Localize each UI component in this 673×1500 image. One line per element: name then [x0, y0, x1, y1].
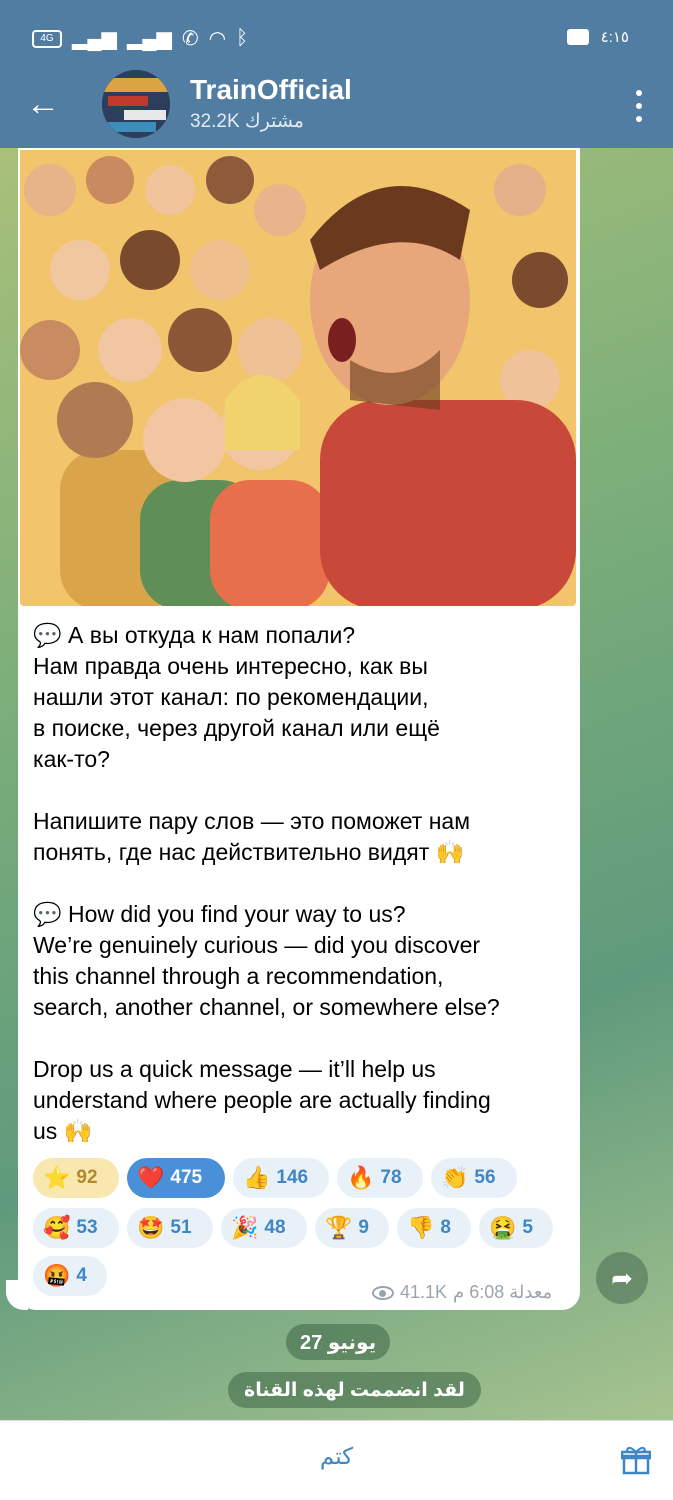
reaction-count: 4 [76, 1265, 87, 1286]
network-badge: 4G [32, 29, 62, 48]
thumbs-up-icon: 👍 [243, 1165, 271, 1190]
reaction-count: 51 [170, 1217, 192, 1238]
signal-icon-2: ▂▄▆ [126, 28, 172, 50]
more-vertical-icon[interactable] [633, 90, 645, 122]
status-right: ٤:١٥ [566, 28, 629, 46]
date-separator: 27 يونيو [286, 1324, 391, 1360]
battery-icon [566, 29, 589, 45]
reaction-count: 146 [276, 1167, 309, 1188]
reaction-count: 78 [380, 1167, 402, 1188]
smiling-hearts-icon: 🥰 [43, 1215, 71, 1240]
channel-title[interactable]: TrainOfficial [190, 74, 352, 106]
service-message: لقد انضممت لهذه القناة [228, 1372, 481, 1408]
view-count: 41.1K [400, 1282, 448, 1302]
reaction-smiling-hearts[interactable]: 🥰 53 [33, 1208, 119, 1248]
chat-header: 4G ▂▄▆ ▂▄▆ ✆ ◠ ᛒ ٤:١٥ ← TrainOfficial 32… [0, 0, 673, 148]
reaction-star[interactable]: ⭐ 92 [33, 1158, 119, 1198]
message-meta: 41.1K معدلة 6:08 م [372, 1282, 552, 1303]
message-text: 💬 А вы откуда к нам попали? Нам правда о… [33, 622, 500, 1144]
reaction-thumbs-down[interactable]: 👎 8 [397, 1208, 471, 1248]
channel-avatar[interactable] [102, 70, 170, 138]
reaction-count: 475 [170, 1167, 203, 1188]
status-bar: 4G ▂▄▆ ▂▄▆ ✆ ◠ ᛒ ٤:١٥ [0, 0, 673, 70]
reaction-cursing[interactable]: 🤬 4 [33, 1256, 107, 1296]
eye-icon [372, 1285, 394, 1300]
reaction-vomit[interactable]: 🤮 5 [479, 1208, 553, 1248]
vomit-icon: 🤮 [489, 1215, 517, 1240]
cursing-face-icon: 🤬 [43, 1263, 71, 1288]
reaction-count: 48 [264, 1217, 286, 1238]
thumbs-down-icon: 👎 [407, 1215, 435, 1240]
share-icon[interactable]: ➦ [596, 1252, 648, 1304]
reaction-trophy[interactable]: 🏆 9 [315, 1208, 389, 1248]
subscriber-count: 32.2K مشترك [190, 111, 304, 132]
star-struck-icon: 🤩 [137, 1215, 165, 1240]
reaction-fire[interactable]: 🔥 78 [337, 1158, 423, 1198]
reaction-count: 92 [76, 1167, 98, 1188]
bluetooth-icon: ᛒ [236, 27, 249, 49]
status-icons: 4G ▂▄▆ ▂▄▆ ✆ ◠ ᛒ [32, 26, 248, 51]
wifi-icon: ◠ [208, 28, 227, 50]
call-icon: ✆ [181, 28, 199, 50]
reaction-star-struck[interactable]: 🤩 51 [127, 1208, 213, 1248]
heart-icon: ❤️ [137, 1165, 165, 1190]
reaction-count: 5 [522, 1217, 533, 1238]
star-icon: ⭐ [43, 1165, 71, 1190]
reaction-party[interactable]: 🎉 48 [221, 1208, 307, 1248]
trophy-icon: 🏆 [325, 1215, 353, 1240]
bottom-bar: كتم [0, 1420, 673, 1500]
gift-icon[interactable] [621, 1445, 651, 1475]
reaction-count: 53 [76, 1217, 98, 1238]
reaction-count: 9 [358, 1217, 369, 1238]
reaction-thumbs-up[interactable]: 👍 146 [233, 1158, 329, 1198]
edited-time: معدلة 6:08 م [453, 1282, 553, 1302]
clap-icon: 👏 [441, 1165, 469, 1190]
mute-button[interactable]: كتم [0, 1443, 673, 1470]
reaction-heart[interactable]: ❤️ 475 [127, 1158, 225, 1198]
signal-icon: ▂▄▆ [72, 28, 117, 50]
party-popper-icon: 🎉 [231, 1215, 259, 1240]
reaction-clap[interactable]: 👏 56 [431, 1158, 517, 1198]
reaction-count: 8 [440, 1217, 451, 1238]
message-photo[interactable] [20, 150, 576, 606]
fire-icon: 🔥 [347, 1165, 375, 1190]
reaction-count: 56 [474, 1167, 496, 1188]
status-time: ٤:١٥ [600, 29, 629, 46]
back-arrow-icon[interactable]: ← [26, 86, 62, 122]
